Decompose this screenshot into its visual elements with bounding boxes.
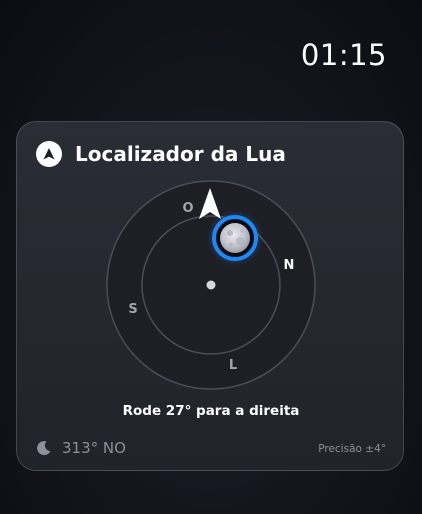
compass-east-label: L <box>229 358 237 373</box>
crescent-moon-icon <box>37 441 51 456</box>
compass-north-label: N <box>284 258 295 273</box>
status-time: 01:15 <box>300 38 387 72</box>
heading-readout: 313° NO <box>36 439 126 457</box>
moon-target-icon[interactable] <box>207 210 263 266</box>
moon-locator-widget[interactable]: Localizador da Lua O N S L Rode 27° para… <box>16 121 404 471</box>
compass-dial: O N S L <box>106 180 316 390</box>
compass-west-label: O <box>182 201 193 216</box>
compass-south-label: S <box>128 302 137 317</box>
precision-label: Precisão ±4° <box>318 443 386 455</box>
center-dot-icon <box>206 280 216 290</box>
rotation-instruction: Rode 27° para a direita <box>122 403 300 419</box>
heading-value: 313° NO <box>62 439 126 457</box>
